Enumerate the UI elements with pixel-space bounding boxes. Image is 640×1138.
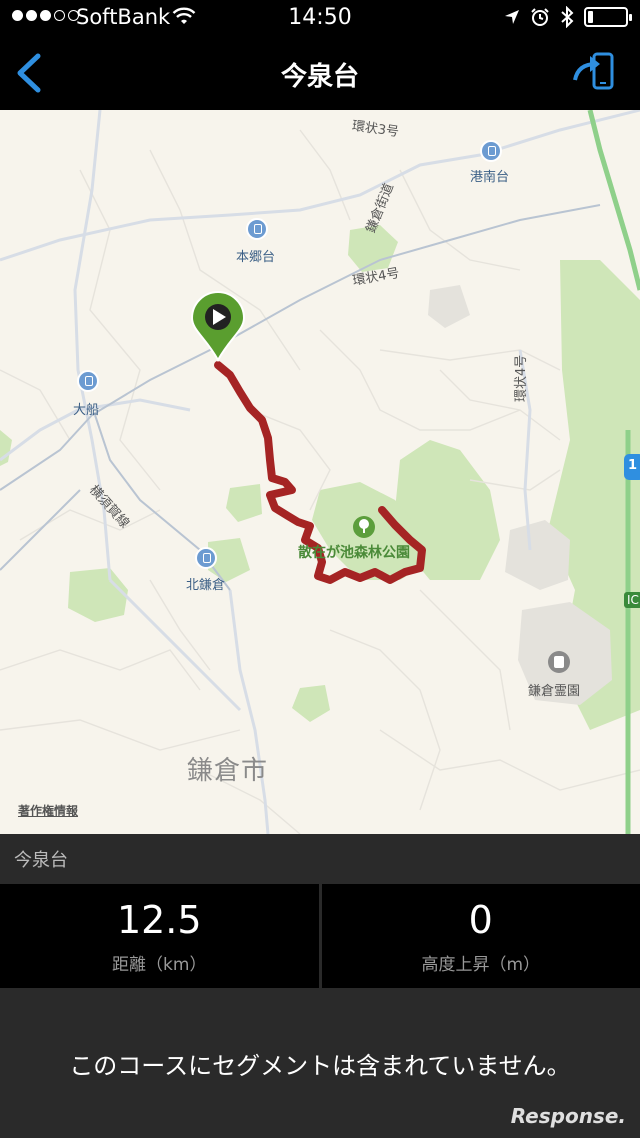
distance-value: 12.5 [116,898,202,942]
station-icon-ofuna [77,370,99,392]
ic-label: IC [624,592,640,608]
station-icon-kitakamakura [195,547,217,569]
road-label-kanjo4-vertical: 環状4号 [514,354,529,402]
station-label-kitakamakura: 北鎌倉 [186,578,226,593]
course-map[interactable]: 環状3号 港南台 鎌倉街道 本郷台 環状4号 環状4号 大船 横須賀線 北鎌倉 … [0,110,640,834]
battery-icon [584,7,632,27]
station-icon-hongodai [246,218,268,240]
status-icons [504,6,632,28]
send-to-device-button[interactable] [572,50,616,94]
distance-stat: 12.5 距離（km） [0,884,319,988]
station-label-konandai: 港南台 [470,170,510,185]
elevation-value: 0 [468,898,493,942]
station-icon-konandai [480,140,502,162]
cemetery-icon [548,651,570,673]
battery-fill [588,11,593,23]
elevation-stat: 0 高度上昇（m） [318,884,640,988]
start-marker[interactable] [190,291,246,363]
navigation-bar: 今泉台 [0,36,640,110]
station-label-ofuna: 大船 [73,403,100,418]
no-segments-message: このコースにセグメントは含まれていません。 [69,1052,571,1080]
park-label: 散在が池森林公園 [298,545,410,561]
course-name-bar: 今泉台 [0,834,640,884]
route-shield-number: 1 [628,458,638,473]
course-name: 今泉台 [14,850,68,871]
course-stats: 12.5 距離（km） 0 高度上昇（m） [0,884,640,988]
bluetooth-icon [561,6,574,28]
distance-label: 距離（km） [112,955,207,975]
station-label-hongodai: 本郷台 [236,250,276,265]
page-title: 今泉台 [280,62,359,92]
park-tree-icon [353,516,375,538]
map-copyright-link[interactable]: 著作権情報 [18,802,78,819]
city-label: 鎌倉市 [187,756,269,786]
location-arrow-icon [505,10,519,24]
map-canvas [0,110,640,834]
segments-message-area: このコースにセグメントは含まれていません。 Response. [0,988,640,1138]
send-to-device-icon [573,52,614,90]
status-bar: SoftBank 14:50 [0,0,640,36]
cemetery-label: 鎌倉霊園 [528,684,581,699]
alarm-icon [531,8,549,26]
elevation-label: 高度上昇（m） [421,955,541,975]
watermark-logo: Response. [510,1104,626,1128]
